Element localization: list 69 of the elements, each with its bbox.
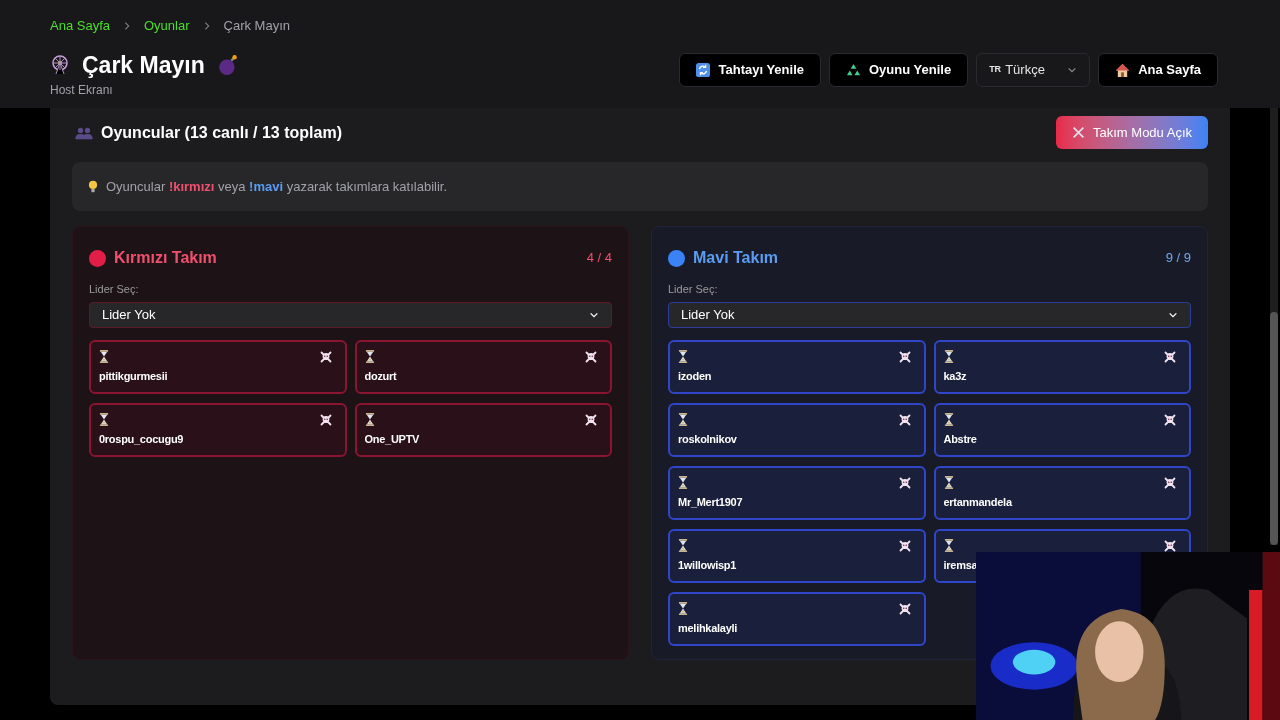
hint-text: Oyuncular !kırmızı veya !mavi yazarak takımlara katılabilir. (106, 177, 448, 196)
language-label: Türkçe (1005, 61, 1045, 80)
player-name: dozurt (364, 368, 398, 384)
player-name: roskolnikov (678, 431, 738, 447)
hourglass-icon (678, 413, 688, 426)
player-name: ertanmandela (943, 494, 1014, 510)
player-name: melihkalayli (678, 620, 739, 636)
hourglass-icon (364, 350, 375, 363)
hourglass-icon (99, 413, 109, 426)
kill-button[interactable] (1163, 538, 1177, 553)
house-icon (1115, 62, 1131, 78)
hourglass-icon (943, 413, 954, 426)
hourglass-icon (678, 539, 688, 552)
player-name: One_UPTV (364, 431, 421, 447)
hourglass-icon (678, 476, 688, 489)
flag-code: TR (989, 63, 1002, 77)
team-name: Kırmızı Takım (114, 248, 217, 268)
kill-button[interactable] (318, 349, 333, 364)
leader-label: Lider Seç: (668, 282, 719, 297)
player-name: Abstre (943, 431, 978, 447)
toolbar-button[interactable]: Oyunu Yenile (829, 53, 969, 87)
light-bulb-icon (88, 180, 98, 193)
toolbar-button[interactable]: Tahtayı Yenile (679, 53, 821, 87)
breadcrumb-link[interactable]: Çark Mayın (223, 16, 290, 36)
kill-button[interactable] (897, 412, 912, 427)
hourglass-icon (678, 602, 688, 615)
hourglass-icon (943, 350, 954, 363)
team-mode-button[interactable]: Takım Modu Açık (1056, 116, 1208, 149)
page-title: Çark Mayın (82, 50, 205, 80)
kill-button[interactable] (318, 412, 333, 427)
kill-button[interactable] (584, 412, 598, 427)
breadcrumb-link[interactable]: Oyunlar (144, 16, 190, 36)
team-count: 4 / 4 (586, 249, 612, 268)
player-name: 0rospu_cocugu9 (99, 431, 185, 447)
player-name: pittikgurmesii (99, 368, 169, 384)
users-icon (75, 125, 93, 140)
chevron-down-icon (1067, 65, 1078, 75)
bomb-icon (216, 53, 239, 76)
kill-button[interactable] (1163, 412, 1177, 427)
kill-button[interactable] (897, 349, 912, 364)
language-select[interactable]: TR Türkçe (976, 53, 1091, 87)
team-count: 9 / 9 (1165, 249, 1191, 268)
hourglass-icon (99, 350, 109, 363)
hourglass-icon (678, 350, 688, 363)
kill-button[interactable] (897, 475, 912, 490)
players-heading: Oyuncular (13 canlı / 13 toplam) (101, 122, 342, 143)
kill-button[interactable] (1163, 475, 1177, 490)
leader-select[interactable]: Lider Yok (89, 301, 612, 328)
player-name: ka3z (943, 368, 968, 384)
player-name: izoden (678, 368, 713, 384)
toolbar-button[interactable]: Ana Sayfa (1098, 53, 1218, 87)
page-subtitle: Host Ekranı (50, 84, 114, 96)
chevron-right-icon (122, 20, 132, 31)
player-name: Mr_Mert1907 (678, 494, 744, 510)
hourglass-icon (943, 476, 954, 489)
kill-button[interactable] (1163, 349, 1177, 364)
refresh-icon (696, 63, 711, 77)
team-name: Mavi Takım (693, 248, 779, 268)
player-name: 1willowisp1 (678, 557, 738, 573)
kill-button[interactable] (897, 601, 912, 616)
kill-button[interactable] (584, 349, 598, 364)
scrollbar-thumb[interactable] (1270, 312, 1278, 545)
leader-select[interactable]: Lider Yok (668, 301, 1191, 328)
kill-button[interactable] (897, 538, 912, 553)
ferris-wheel-icon (50, 54, 70, 75)
hourglass-icon (943, 539, 954, 552)
hourglass-icon (364, 413, 375, 426)
leader-label: Lider Seç: (89, 282, 140, 297)
breadcrumb-link[interactable]: Ana Sayfa (50, 16, 110, 36)
